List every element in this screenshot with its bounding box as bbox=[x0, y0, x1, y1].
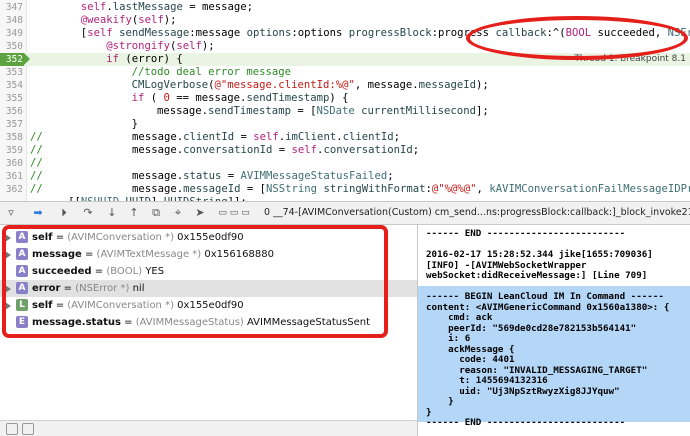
code-text: // message.messageId = [NSString stringW… bbox=[30, 183, 690, 195]
code-text: // message.conversationId = self.convers… bbox=[30, 144, 420, 156]
code-line: 358 // message.clientId = self.imClient.c… bbox=[0, 131, 690, 144]
callback-signature-highlight bbox=[466, 16, 688, 60]
info-icon[interactable] bbox=[22, 423, 34, 435]
console-line: webSocket:didReceiveMessage:] [Line 709] bbox=[426, 270, 648, 281]
simulate-location-icon[interactable]: ➤ bbox=[192, 206, 208, 220]
code-line: 347 self.lastMessage = message; bbox=[0, 1, 690, 14]
line-number: 359 bbox=[5, 145, 23, 156]
line-number: 358 bbox=[5, 132, 23, 143]
view-hierarchy-icon[interactable]: ⧉ bbox=[148, 206, 164, 220]
console-line: ------ END ------------------------- bbox=[426, 417, 626, 428]
console-line: uid: "Uj3NpSztRwyzXig8JJYquw" bbox=[426, 385, 620, 397]
code-text: // message.status = AVIMMessageStatusFai… bbox=[30, 170, 394, 182]
line-number: 361 bbox=[5, 171, 23, 182]
auto-variables-icon[interactable] bbox=[6, 423, 18, 435]
line-number: 350 bbox=[5, 41, 23, 52]
variables-filter-bar bbox=[0, 420, 417, 436]
code-line: 353 //todo deal error message bbox=[0, 66, 690, 79]
code-text: self.lastMessage = message; bbox=[80, 1, 254, 13]
code-text: // message.clientId = self.imClient.clie… bbox=[30, 131, 401, 143]
memory-graph-icon[interactable]: ⌖ bbox=[170, 206, 186, 220]
code-text: //todo deal error message bbox=[131, 66, 292, 78]
variables-highlight-box bbox=[2, 225, 388, 338]
code-line: 356 message.sendTimestamp = [NSDate curre… bbox=[0, 105, 690, 118]
step-out-icon[interactable]: ↑ bbox=[126, 206, 142, 220]
stack-frame-breadcrumb[interactable]: 0 __74-[AVIMConversation(Custom) cm_send… bbox=[264, 207, 690, 218]
step-over-icon[interactable]: ↷ bbox=[80, 206, 96, 220]
line-number: 354 bbox=[5, 80, 23, 91]
line-number: 348 bbox=[5, 15, 23, 26]
continue-icon[interactable]: ⏵ bbox=[56, 206, 72, 220]
code-line: 361 // message.status = AVIMMessageStatus… bbox=[0, 170, 690, 183]
line-number: 353 bbox=[5, 67, 23, 78]
line-number: 357 bbox=[5, 119, 23, 130]
line-number: 347 bbox=[5, 2, 23, 13]
code-text: message.sendTimestamp = [NSDate currentM… bbox=[157, 105, 489, 117]
code-text: @weakify(self); bbox=[80, 14, 177, 26]
line-number: 349 bbox=[5, 28, 23, 39]
code-line: 357} bbox=[0, 118, 690, 131]
line-number: 360 bbox=[5, 158, 23, 169]
code-line: 355 if ( 0 == message.sendTimestamp) { bbox=[0, 92, 690, 105]
code-text: // bbox=[30, 157, 43, 169]
hide-debug-area-icon[interactable]: ▿ bbox=[4, 206, 18, 220]
debug-toolbar: ▿ ➡ ⏵ ↷ ↓ ↑ ⧉ ⌖ ➤ ▭ ▭ ▭ 0 __74-[AVIMConv… bbox=[0, 201, 690, 225]
code-text: @strongify(self); bbox=[106, 40, 215, 52]
thread-selector[interactable]: ▭ ▭ ▭ bbox=[214, 206, 254, 220]
line-number: 352 bbox=[5, 54, 23, 65]
code-line: 360 // bbox=[0, 157, 690, 170]
code-editor[interactable]: 347 self.lastMessage = message; 348 @weakif… bbox=[0, 0, 690, 201]
breakpoints-toggle-icon[interactable]: ➡ bbox=[30, 206, 46, 220]
line-number: 362 bbox=[5, 184, 23, 195]
code-line: 362 // message.messageId = [NSString stri… bbox=[0, 183, 690, 196]
code-text: } bbox=[131, 118, 138, 130]
code-line: 359 // message.conversationId = self.conv… bbox=[0, 144, 690, 157]
console-line: ------ END ------------------------- bbox=[426, 228, 626, 239]
code-text: CMLogVerbose(@"message.clientId:%@", mes… bbox=[131, 79, 489, 91]
line-number: 356 bbox=[5, 106, 23, 117]
step-into-icon[interactable]: ↓ bbox=[104, 206, 120, 220]
code-text: if ( 0 == message.sendTimestamp) { bbox=[131, 92, 349, 104]
line-number: 355 bbox=[5, 93, 23, 104]
code-line: 354 CMLogVerbose(@"message.clientId:%@", … bbox=[0, 79, 690, 92]
code-text: if (error) { bbox=[106, 53, 183, 65]
